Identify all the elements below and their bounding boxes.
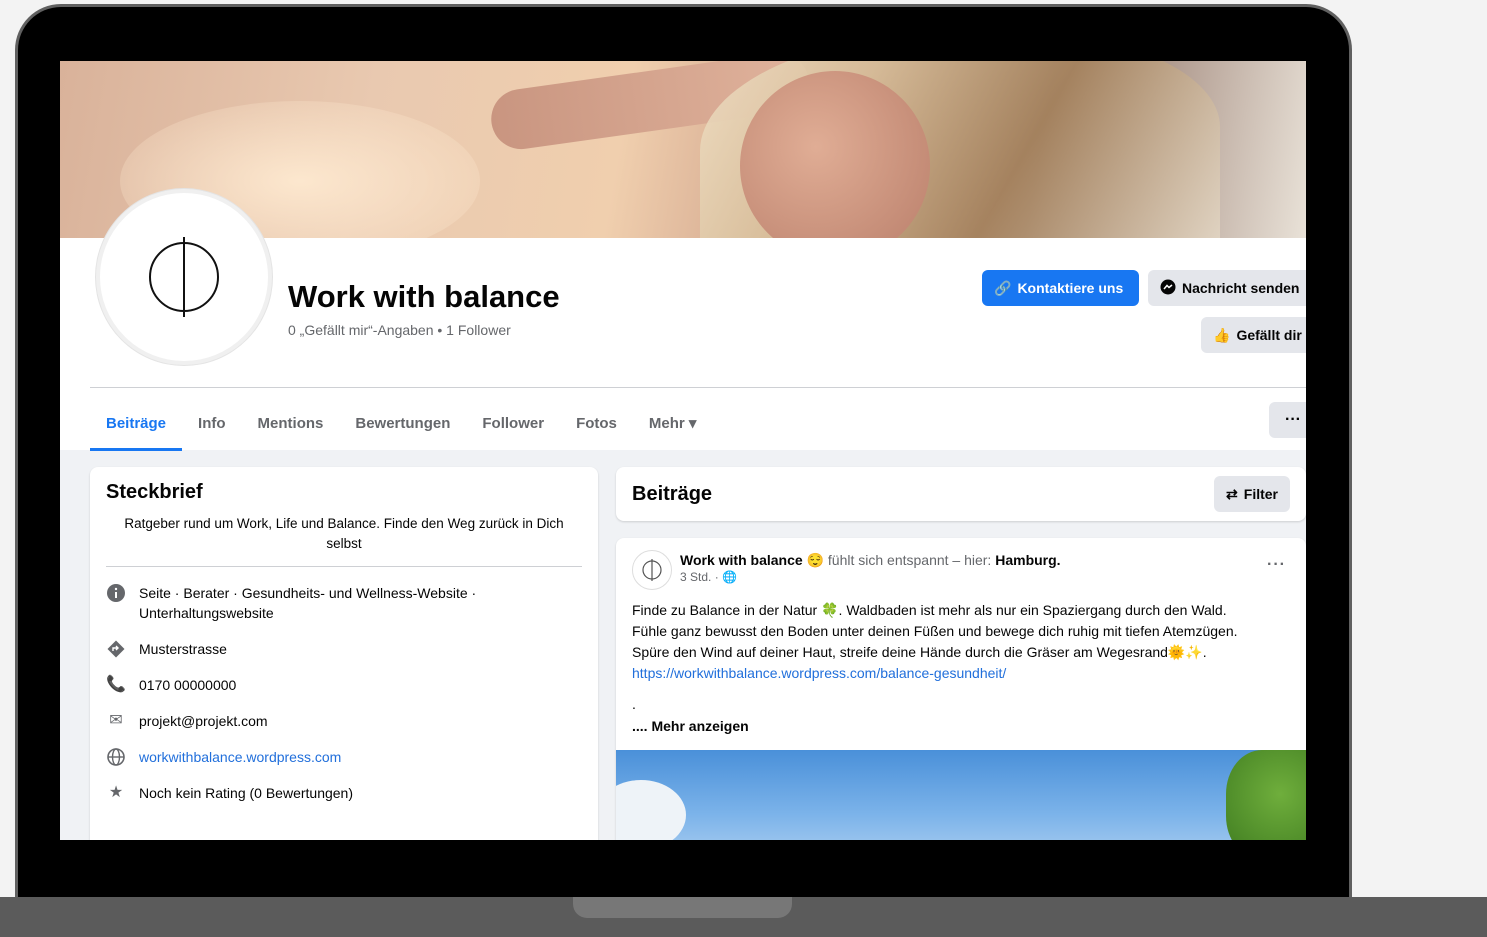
- globe-icon: [106, 747, 126, 767]
- thumbs-up-icon: 👍: [1213, 326, 1231, 343]
- post-link[interactable]: https://workwithbalance.wordpress.com/ba…: [632, 665, 1006, 681]
- post-feeling: fühlt sich entspannt – hier:: [827, 552, 992, 568]
- category-text: Seite · Berater · Gesundheits- und Welln…: [139, 585, 477, 621]
- cover-photo: [60, 61, 1306, 238]
- info-category: Seite · Berater · Gesundheits- und Welln…: [106, 583, 582, 623]
- intro-title: Steckbrief: [106, 481, 203, 503]
- page-title: Work with balance: [288, 279, 560, 314]
- website-link[interactable]: workwithbalance.wordpress.com: [139, 747, 341, 767]
- post-line-1: Finde zu Balance in der Natur 🍀. Waldbad…: [632, 602, 1227, 618]
- tab-bewertungen[interactable]: Bewertungen: [339, 397, 466, 449]
- intro-card: Steckbrief Ratgeber rund um Work, Life u…: [90, 467, 598, 840]
- directions-icon: [106, 639, 126, 659]
- messenger-icon: [1160, 279, 1176, 298]
- mail-icon: ✉: [109, 712, 123, 729]
- balance-logo-icon: [149, 237, 219, 317]
- tab-beitraege[interactable]: Beiträge: [90, 397, 183, 451]
- send-message-label: Nachricht senden: [1182, 280, 1300, 296]
- rating-text: Noch kein Rating (0 Bewertungen): [139, 785, 354, 801]
- info-rating: ★ Noch kein Rating (0 Bewertungen): [106, 783, 582, 803]
- tab-info[interactable]: Info: [182, 397, 242, 449]
- star-icon: ★: [108, 784, 124, 801]
- post-avatar[interactable]: [632, 550, 672, 590]
- post-text: Finde zu Balance in der Natur 🍀. Waldbad…: [632, 600, 1302, 715]
- post-author-line: Work with balance 😌 fühlt sich entspannt…: [680, 550, 1061, 570]
- info-phone: 📞 0170 00000000: [106, 675, 582, 695]
- relieved-emoji-icon: 😌: [806, 552, 824, 568]
- info-website: workwithbalance.wordpress.com: [106, 747, 582, 767]
- filter-label: Filter: [1243, 486, 1278, 502]
- info-icon: [106, 583, 126, 603]
- intro-bio: Ratgeber rund um Work, Life und Balance.…: [106, 514, 582, 567]
- tab-follower[interactable]: Follower: [466, 397, 560, 449]
- contact-button[interactable]: 🔗 Kontaktiere uns: [982, 270, 1139, 306]
- like-button-label: Gefällt dir: [1236, 327, 1302, 343]
- email-text: projekt@projekt.com: [139, 713, 268, 729]
- post-time[interactable]: 3 Std. · 🌐: [680, 570, 1061, 584]
- balance-logo-icon: [642, 559, 662, 581]
- contact-button-label: Kontaktiere uns: [1017, 280, 1124, 296]
- header-divider: [90, 387, 1306, 388]
- post-location[interactable]: Hamburg.: [995, 552, 1060, 568]
- post-options-icon[interactable]: ···: [1267, 556, 1286, 574]
- post-dot: .: [632, 696, 636, 712]
- laptop-notch: [573, 897, 792, 918]
- link-icon: 🔗: [994, 279, 1012, 296]
- send-message-button[interactable]: Nachricht senden: [1148, 270, 1306, 306]
- tab-mehr[interactable]: Mehr ▾: [633, 397, 713, 449]
- filter-icon: ⇄: [1226, 485, 1238, 502]
- post-card: Work with balance 😌 fühlt sich entspannt…: [616, 538, 1306, 840]
- page-tabs: Beiträge Info Mentions Bewertungen Follo…: [90, 397, 713, 451]
- tab-mentions[interactable]: Mentions: [242, 397, 340, 449]
- posts-title: Beiträge: [632, 482, 713, 505]
- page-stats: 0 „Gefällt mir“-Angaben • 1 Follower: [288, 322, 511, 338]
- phone-icon: 📞: [106, 676, 126, 693]
- page-avatar[interactable]: [96, 189, 272, 365]
- like-button[interactable]: 👍 Gefällt dir: [1201, 317, 1306, 353]
- phone-text: 0170 00000000: [139, 677, 237, 693]
- posts-header-card: Beiträge ⇄ Filter: [616, 467, 1306, 521]
- post-header: Work with balance 😌 fühlt sich entspannt…: [632, 550, 1061, 590]
- post-line-2: Fühle ganz bewusst den Boden unter deine…: [632, 623, 1238, 639]
- tab-fotos[interactable]: Fotos: [560, 397, 633, 449]
- post-line-3: Spüre den Wind auf deiner Haut, streife …: [632, 644, 1207, 660]
- info-email: ✉ projekt@projekt.com: [106, 711, 582, 731]
- see-more-link[interactable]: .... Mehr anzeigen: [632, 718, 749, 734]
- info-address: Musterstrasse: [106, 639, 582, 659]
- post-author[interactable]: Work with balance: [680, 552, 803, 568]
- post-image[interactable]: [616, 750, 1306, 840]
- more-options-button[interactable]: ···: [1269, 402, 1306, 438]
- address-text: Musterstrasse: [139, 641, 227, 657]
- filter-button[interactable]: ⇄ Filter: [1214, 476, 1290, 512]
- facebook-page-screen: Work with balance 0 „Gefällt mir“-Angabe…: [60, 61, 1306, 840]
